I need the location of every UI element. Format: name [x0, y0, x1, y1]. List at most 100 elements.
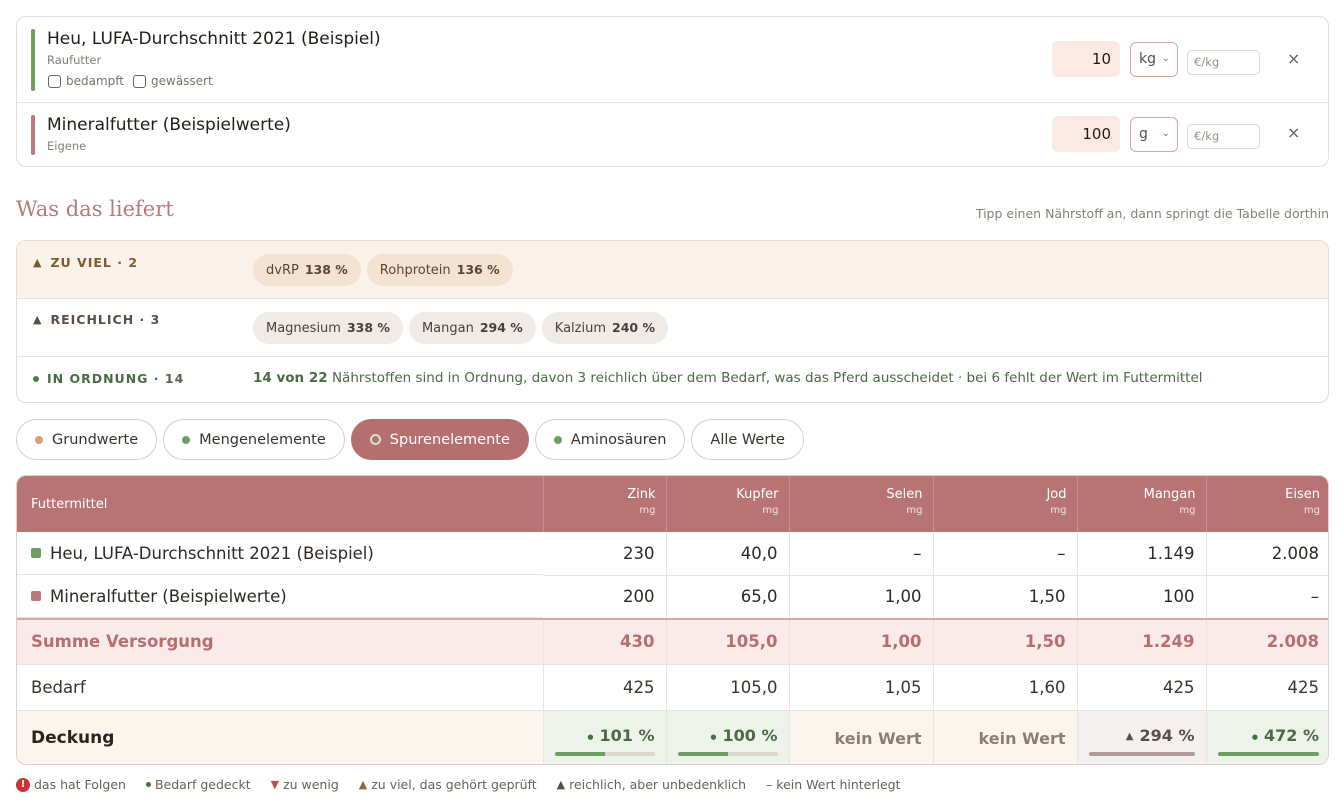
feed-category: Raufutter	[47, 53, 102, 67]
coverage-cell: kein Wert	[933, 710, 1078, 764]
tab-spurenelemente[interactable]: Spurenelemente	[350, 419, 529, 460]
column-unit: mg	[906, 505, 923, 516]
legend-item: – kein Wert hinterlegt	[766, 777, 900, 792]
column-header-feed[interactable]: Futtermittel	[17, 476, 544, 532]
coverage-percent: ● 472 %	[1218, 726, 1319, 745]
column-header[interactable]: Kupfer mg	[666, 476, 790, 532]
nutrient-chip[interactable]: Mangan 294 %	[408, 312, 536, 344]
feed-name: Heu, LUFA-Durchschnitt 2021 (Beispiel)	[50, 543, 374, 563]
coverage-value: 101 %	[599, 726, 655, 746]
exclamation-icon: !	[16, 777, 30, 792]
value-cell: 230	[543, 532, 667, 576]
watered-checkbox[interactable]: gewässert	[133, 74, 213, 88]
status-too-much: ▲ ZU VIEL · 2 dvRP 138 % Rohprotein 136 %	[17, 241, 1328, 299]
legend-item: ▲ zu viel, das gehört geprüft	[359, 777, 537, 792]
coverage-value: 100 %	[722, 726, 778, 746]
quantity-input[interactable]: 100	[1052, 116, 1120, 152]
nutrient-chip[interactable]: Kalzium 240 %	[541, 312, 668, 344]
legend-item: ▼ zu wenig	[271, 777, 339, 792]
column-header[interactable]: Selen mg	[789, 476, 934, 532]
table-row: Heu, LUFA-Durchschnitt 2021 (Beispiel) 2…	[17, 532, 1328, 576]
triangle-up-icon: ▲	[1125, 731, 1134, 743]
checkbox-icon[interactable]	[133, 74, 146, 88]
ok-summary: 14 von 22 Nährstoffen sind in Ordnung, d…	[253, 370, 1203, 386]
unit-select[interactable]: g ⌄	[1130, 117, 1178, 152]
coverage-bar-fill	[1088, 752, 1195, 757]
coverage-percent: ● 100 %	[678, 726, 778, 746]
tab-alle-werte[interactable]: Alle Werte	[691, 419, 804, 460]
quantity-input[interactable]: 10	[1052, 41, 1120, 77]
nutrient-chip[interactable]: Rohprotein 136 %	[366, 254, 513, 286]
column-header[interactable]: Zink mg	[543, 476, 667, 532]
need-cell: 425	[1077, 664, 1207, 711]
need-label: Bedarf	[17, 664, 544, 711]
triangle-up-icon: ▲	[358, 778, 368, 791]
legend-label: reichlich, aber unbedenklich	[569, 777, 747, 792]
table-row: Mineralfutter (Beispielwerte) 200 65,0 1…	[17, 575, 1328, 620]
dot-icon: ●	[1251, 732, 1258, 741]
feed-category: Eigene	[47, 139, 87, 153]
chip-value: 338 %	[346, 320, 390, 335]
chip-name: dvRP	[266, 263, 299, 278]
remove-feed-button[interactable]: ×	[1287, 49, 1300, 68]
too-much-label: ZU VIEL · 2	[50, 255, 139, 270]
tab-label: Grundwerte	[52, 431, 139, 448]
chip-value: 294 %	[479, 320, 523, 335]
value-cell: 200	[543, 575, 667, 620]
column-unit: mg	[762, 505, 779, 516]
chip-value: 138 %	[304, 262, 348, 277]
value-cell: 2.008	[1206, 532, 1328, 576]
ok-text: Nährstoffen sind in Ordnung, davon 3 rei…	[327, 370, 1203, 386]
need-cell: 425	[1206, 664, 1328, 711]
legend-label: das hat Folgen	[34, 777, 126, 792]
chip-name: Magnesium	[266, 321, 341, 336]
sum-row: Summe Versorgung 430 105,0 1,00 1,50 1.2…	[17, 618, 1328, 665]
tab-label: Mengenelemente	[199, 431, 326, 448]
dot-icon	[145, 782, 151, 787]
coverage-cell: ● 100 %	[666, 710, 790, 764]
need-cell: 1,05	[789, 664, 934, 711]
section-hint: Tipp einen Nährstoff an, dann springt di…	[975, 206, 1329, 221]
feed-cell: Mineralfutter (Beispielwerte)	[17, 575, 543, 618]
column-header[interactable]: Eisen mg	[1206, 476, 1328, 532]
value-cell: 1,50	[933, 575, 1078, 620]
price-input[interactable]: €/kg	[1187, 50, 1260, 75]
steamed-checkbox[interactable]: bedampft	[48, 74, 124, 88]
sum-cell: 1,00	[789, 618, 934, 665]
value-cell: –	[789, 532, 934, 576]
plenty-heading: ▲ REICHLICH · 3	[33, 312, 160, 327]
column-header[interactable]: Jod mg	[933, 476, 1078, 532]
section-title: Was das liefert	[16, 197, 174, 221]
nutrient-chip[interactable]: dvRP 138 %	[253, 254, 361, 286]
remove-feed-button[interactable]: ×	[1287, 123, 1300, 142]
sum-label: Summe Versorgung	[17, 618, 544, 665]
chip-value: 240 %	[612, 320, 655, 335]
checkbox-icon[interactable]	[48, 74, 61, 88]
table-header: Futtermittel Zink mg Kupfer mg Selen mg Jod…	[17, 476, 1328, 532]
tab-mengenelemente[interactable]: Mengenelemente	[163, 419, 345, 460]
sum-cell: 1.249	[1077, 618, 1207, 665]
unit-select[interactable]: kg ⌄	[1130, 42, 1178, 77]
tab-grundwerte[interactable]: Grundwerte	[16, 419, 158, 460]
need-cell: 105,0	[666, 664, 790, 711]
column-name: Kupfer	[736, 487, 779, 502]
dot-icon	[33, 375, 39, 382]
coverage-cell: ● 472 %	[1206, 710, 1328, 764]
legend-label: Bedarf gedeckt	[154, 777, 251, 792]
chevron-down-icon: ⌄	[1161, 53, 1170, 64]
price-input[interactable]: €/kg	[1187, 124, 1260, 149]
sum-cell: 2.008	[1206, 618, 1328, 665]
feed-row: Heu, LUFA-Durchschnitt 2021 (Beispiel) R…	[17, 17, 1328, 103]
coverage-bar-fill	[677, 752, 728, 757]
column-header[interactable]: Mangan mg	[1077, 476, 1207, 532]
value-cell: –	[1206, 575, 1328, 620]
ok-count: 14 von 22	[253, 370, 328, 386]
tab-label: Aminosäuren	[570, 431, 667, 448]
feed-name: Heu, LUFA-Durchschnitt 2021 (Beispiel)	[47, 29, 381, 49]
tab-aminosaeuren[interactable]: Aminosäuren	[534, 419, 686, 460]
legend-item: ! das hat Folgen	[16, 777, 126, 792]
coverage-bar-fill	[1217, 752, 1319, 757]
plenty-label: REICHLICH · 3	[50, 312, 161, 327]
feed-cell: Heu, LUFA-Durchschnitt 2021 (Beispiel)	[17, 532, 543, 575]
nutrient-chip[interactable]: Magnesium 338 %	[253, 312, 403, 344]
